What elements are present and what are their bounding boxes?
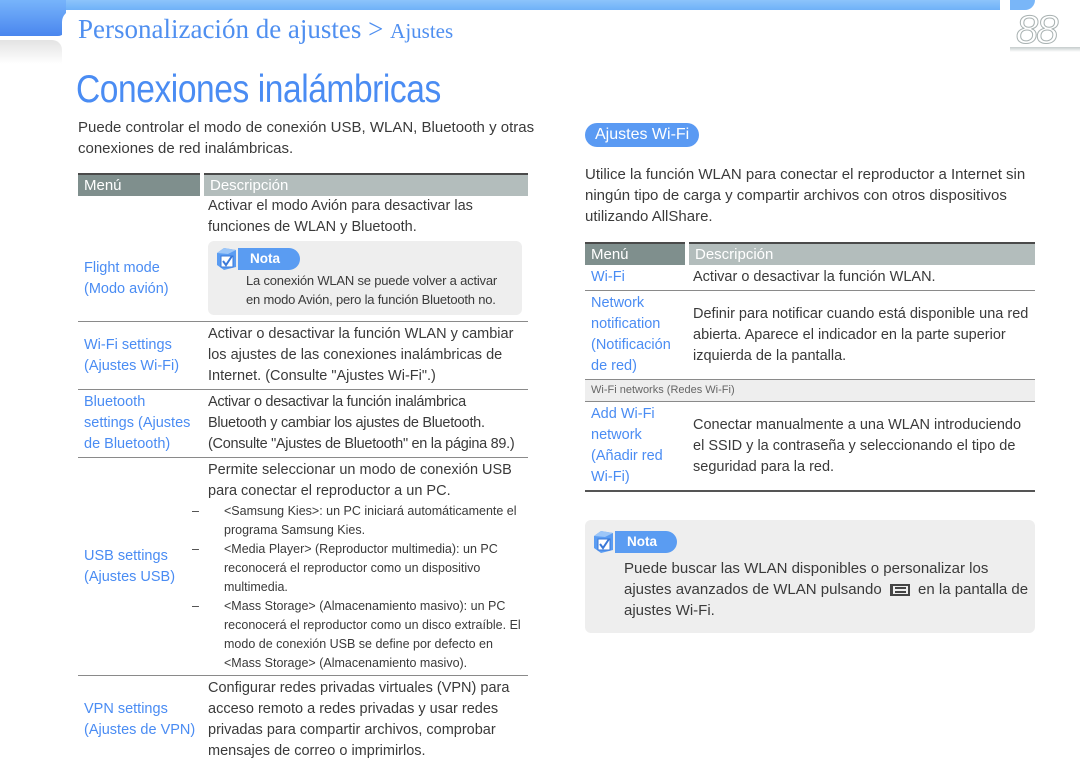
description-cell: Activar el modo Avión para desactivar la… bbox=[202, 196, 528, 322]
table-header: Menú Descripción bbox=[78, 173, 528, 196]
header-tab-left bbox=[0, 0, 66, 36]
note-checkbox-icon bbox=[214, 247, 240, 271]
description-text: Permite seleccionar un modo de conexión … bbox=[208, 462, 512, 499]
table-row: Flight mode (Modo avión) Activar el modo… bbox=[78, 196, 528, 322]
description-cell: Permite seleccionar un modo de conexión … bbox=[192, 457, 528, 676]
menu-cell: Bluetooth settings (Ajustes de Bluetooth… bbox=[78, 389, 202, 458]
note-text: La conexión WLAN se puede volver a activ… bbox=[246, 273, 498, 307]
wifi-table: Menú Descripción Wi-Fi Activar o desacti… bbox=[585, 242, 1035, 492]
table-row: Wi-Fi Activar o desactivar la función WL… bbox=[585, 265, 1035, 291]
wifi-note-box: Nota Puede buscar las WLAN disponibles o… bbox=[585, 520, 1035, 633]
description-cell: Conectar manualmente a una WLAN introduc… bbox=[687, 401, 1035, 492]
menu-cell: Flight mode (Modo avión) bbox=[78, 196, 202, 322]
table-row: Wi-Fi settings (Ajustes Wi-Fi) Activar o… bbox=[78, 321, 528, 390]
subheading-wifi-networks: Wi-Fi networks (Redes Wi-Fi) bbox=[585, 379, 1035, 402]
breadcrumb: Personalización de ajustes > Ajustes bbox=[78, 14, 453, 45]
list-item: – <Mass Storage> (Almacenamiento masivo):… bbox=[192, 599, 521, 670]
intro-text: Puede controlar el modo de conexión USB,… bbox=[78, 119, 535, 157]
header-tab-shadow bbox=[0, 40, 62, 64]
table-row: USB settings (Ajustes USB) Permite selec… bbox=[78, 457, 528, 676]
header-menu: Menú bbox=[585, 242, 687, 265]
description-cell: Activar o desactivar la función inalámbr… bbox=[202, 389, 528, 458]
menu-cell: Add Wi-Fi network (Añadir red Wi-Fi) bbox=[585, 401, 687, 492]
note-text: Puede buscar las WLAN disponibles o pers… bbox=[624, 560, 1029, 619]
table-row: Add Wi-Fi network (Añadir red Wi-Fi) Con… bbox=[585, 401, 1035, 492]
breadcrumb-main: Personalización de ajustes bbox=[78, 14, 362, 44]
description-cell: Definir para notificar cuando está dispo… bbox=[687, 290, 1035, 380]
description-cell: Activar o desactivar la función WLAN. bbox=[687, 265, 1035, 291]
note-header: Nota bbox=[591, 530, 677, 554]
list-item: – <Media Player> (Reproductor multimedia)… bbox=[192, 542, 498, 594]
table-subheading-row: Wi-Fi networks (Redes Wi-Fi) bbox=[585, 379, 1035, 402]
table-row: Bluetooth settings (Ajustes de Bluetooth… bbox=[78, 389, 528, 458]
list-item: – <Samsung Kies>: un PC iniciará automáti… bbox=[192, 504, 517, 537]
wifi-intro-text: Utilice la función WLAN para conectar el… bbox=[585, 166, 1026, 225]
table-row: VPN settings (Ajustes de VPN) Configurar… bbox=[78, 675, 528, 762]
usb-mode-list: – <Samsung Kies>: un PC iniciará automáti… bbox=[192, 502, 522, 673]
connections-table: Menú Descripción Flight mode (Modo avión… bbox=[78, 173, 528, 762]
description-cell: Configurar redes privadas virtuales (VPN… bbox=[202, 675, 528, 762]
header-description: Descripción bbox=[200, 173, 528, 196]
header-menu: Menú bbox=[78, 173, 202, 196]
header-description: Descripción bbox=[685, 242, 1035, 265]
description-text: Activar el modo Avión para desactivar la… bbox=[208, 198, 473, 235]
note-checkbox-icon bbox=[591, 530, 617, 554]
menu-cell: USB settings (Ajustes USB) bbox=[78, 457, 202, 676]
breadcrumb-separator: > bbox=[361, 14, 391, 44]
description-cell: Activar o desactivar la función WLAN y c… bbox=[202, 321, 528, 390]
note-label: Nota bbox=[615, 531, 677, 553]
note-label: Nota bbox=[238, 248, 300, 270]
note-header: Nota bbox=[214, 247, 514, 271]
header-band bbox=[0, 0, 1080, 10]
note-box: Nota La conexión WLAN se puede volver a … bbox=[208, 241, 522, 315]
page-title: Conexiones inalámbricas bbox=[76, 68, 441, 111]
menu-cell: VPN settings (Ajustes de VPN) bbox=[78, 675, 202, 762]
menu-cell: Wi-Fi settings (Ajustes Wi-Fi) bbox=[78, 321, 202, 390]
menu-cell: Wi-Fi bbox=[585, 265, 687, 291]
menu-cell: Network notification (Notificación de re… bbox=[585, 290, 687, 380]
table-header: Menú Descripción bbox=[585, 242, 1035, 265]
table-row: Network notification (Notificación de re… bbox=[585, 290, 1035, 380]
menu-key-icon bbox=[889, 584, 910, 597]
page-number-rule bbox=[1010, 47, 1080, 52]
section-label-wifi: Ajustes Wi-Fi bbox=[585, 123, 700, 147]
breadcrumb-sub: Ajustes bbox=[390, 19, 454, 43]
